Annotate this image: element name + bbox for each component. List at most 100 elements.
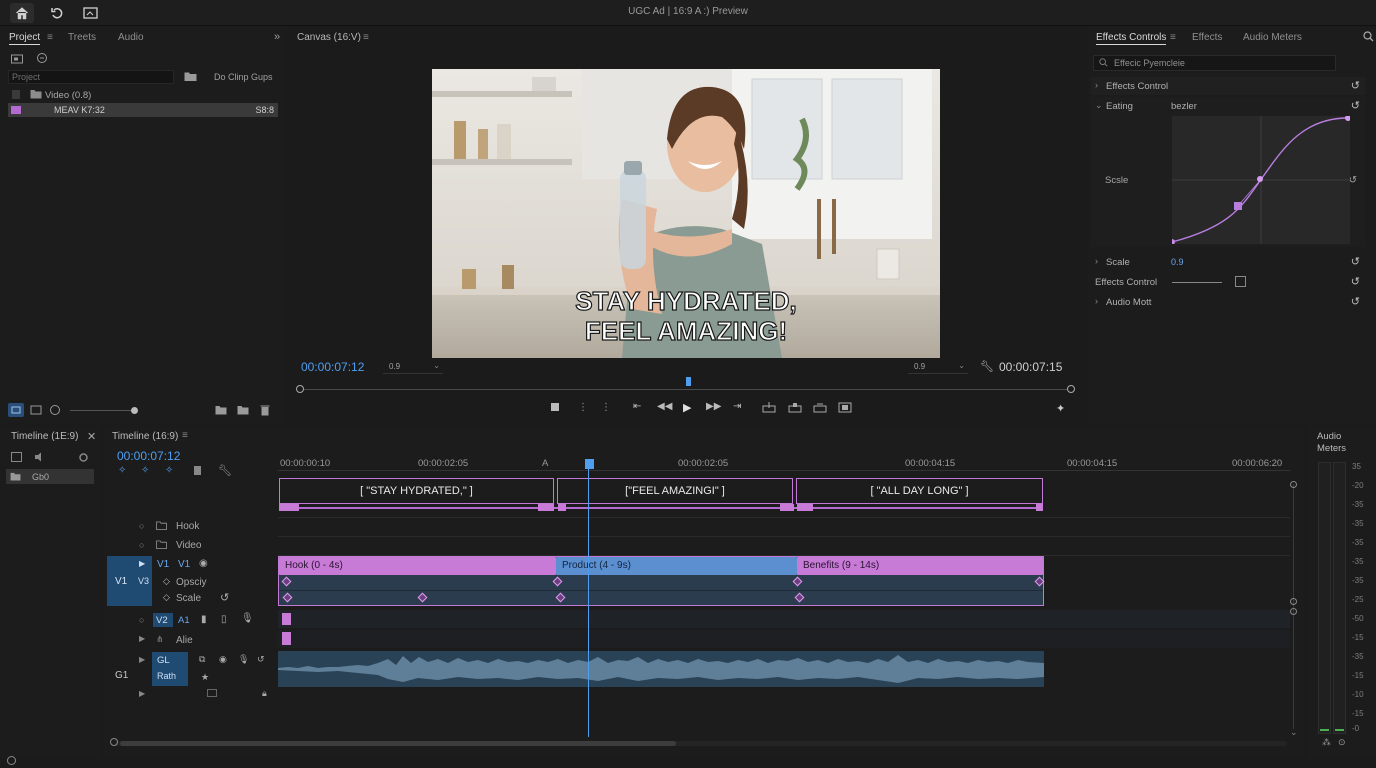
- visibility-icon[interactable]: ○: [139, 540, 144, 550]
- scale-row[interactable]: › Scale 0.9 ↺: [1091, 253, 1365, 271]
- overwrite-icon[interactable]: [788, 402, 802, 416]
- audio-waveform[interactable]: [278, 651, 1044, 687]
- current-timecode[interactable]: 00:00:07:12: [301, 360, 364, 374]
- tab-timeline-small[interactable]: Timeline (1E:9): [11, 431, 78, 442]
- effect-slider[interactable]: [1172, 282, 1222, 283]
- tab-effects[interactable]: Effects: [1192, 32, 1222, 43]
- export-frame-icon[interactable]: [838, 402, 852, 416]
- lock-icon[interactable]: 🔒︎: [262, 688, 267, 699]
- triangle-right-icon[interactable]: ▶: [139, 634, 145, 643]
- project-search-input[interactable]: Project: [8, 70, 174, 84]
- reset-icon[interactable]: ↺: [220, 591, 229, 604]
- zoom-slider[interactable]: [70, 410, 134, 411]
- timeline-playhead-line[interactable]: [588, 469, 589, 737]
- scroll-handle[interactable]: [1290, 598, 1297, 605]
- track-label-v1b[interactable]: V1: [178, 559, 190, 570]
- wrench-icon[interactable]: 🔧︎: [218, 464, 232, 477]
- visibility-icon[interactable]: ○: [139, 615, 144, 625]
- chevron-right-icon[interactable]: ›: [1095, 80, 1098, 90]
- folder-icon[interactable]: [184, 71, 197, 85]
- zoom-slider-handle[interactable]: [131, 407, 138, 414]
- tab-audio[interactable]: Audio: [118, 32, 144, 43]
- track-option-icon[interactable]: [207, 689, 217, 697]
- tab-project[interactable]: Project: [9, 32, 41, 45]
- tab-audio-meters[interactable]: Audio Meters: [1243, 32, 1302, 43]
- track-expand[interactable]: ▶ V3: [134, 556, 152, 606]
- sequence-icon[interactable]: [11, 452, 22, 465]
- trash-icon[interactable]: [260, 404, 270, 419]
- vertical-scrollbar[interactable]: [1293, 484, 1294, 729]
- list-view-icon[interactable]: [8, 403, 24, 417]
- list-item[interactable]: Video (0.8): [8, 88, 278, 102]
- lock-icon[interactable]: ▮: [201, 614, 207, 625]
- snap-icon[interactable]: ✧: [118, 465, 126, 476]
- insert-icon[interactable]: [762, 402, 776, 416]
- chevron-right-icon[interactable]: ›: [1095, 256, 1098, 266]
- microphone-icon[interactable]: 🎙︎: [238, 654, 249, 665]
- triangle-right-icon[interactable]: ▶: [139, 655, 145, 664]
- new-folder-icon[interactable]: [215, 405, 227, 418]
- marker-icon[interactable]: ⋮: [578, 402, 588, 413]
- list-item[interactable]: MEAV K7:32 S8:8: [8, 103, 278, 117]
- video-clip-benefits[interactable]: Benefits (9 - 14s): [797, 557, 1043, 575]
- triangle-right-icon[interactable]: ▶: [139, 689, 145, 698]
- easing-curve-graph[interactable]: [1172, 116, 1350, 244]
- play-icon[interactable]: ▶: [683, 401, 691, 414]
- keyframe-toggle-icon[interactable]: [1235, 276, 1246, 287]
- small-clip[interactable]: [282, 632, 291, 645]
- link-icon[interactable]: [36, 52, 48, 67]
- overlay-text-line1[interactable]: STAY HYDRATED,: [575, 285, 798, 316]
- sync-icon[interactable]: ▯: [221, 614, 227, 625]
- panel-menu-icon[interactable]: ≡: [1170, 32, 1176, 43]
- reset-icon[interactable]: ↺: [257, 654, 265, 665]
- freeform-view-icon[interactable]: [49, 404, 61, 419]
- in-point-handle[interactable]: [296, 385, 304, 393]
- triangle-right-icon[interactable]: ▶: [139, 559, 145, 568]
- horizontal-scroll-thumb[interactable]: [120, 741, 676, 746]
- sync-lock-icon[interactable]: ⧉: [199, 654, 205, 665]
- reset-icon[interactable]: ↺: [1351, 255, 1360, 268]
- effects-search-input[interactable]: Effecic Pyemcleie: [1093, 55, 1336, 71]
- chevron-down-icon[interactable]: ⌄: [1095, 100, 1103, 111]
- caption-handle[interactable]: [780, 504, 794, 511]
- keyframe-icon[interactable]: ◇: [163, 576, 170, 587]
- panel-menu-icon[interactable]: ≡: [363, 32, 369, 43]
- checkbox-icon[interactable]: [12, 90, 20, 99]
- track-label-v1a[interactable]: V1: [157, 559, 169, 570]
- caption-clip[interactable]: [ "STAY HYDRATED," ]: [279, 478, 554, 504]
- close-icon[interactable]: ✕: [87, 430, 96, 443]
- lift-icon[interactable]: [813, 402, 827, 416]
- more-icon[interactable]: ⋮: [601, 402, 611, 413]
- playback-scrubber[interactable]: [299, 389, 1071, 390]
- video-clip-hook[interactable]: Hook (0 - 4s): [279, 557, 556, 575]
- step-forward-icon[interactable]: ▶▶: [706, 401, 721, 412]
- caption-handle[interactable]: [279, 504, 299, 511]
- overlay-text-line2[interactable]: FEEL AMAZING!: [584, 315, 787, 346]
- go-to-start-icon[interactable]: ⇤: [633, 401, 641, 412]
- reset-icon[interactable]: ↺: [1351, 275, 1360, 288]
- video-preview[interactable]: STAY HYDRATED, FEEL AMAZING!: [432, 69, 940, 358]
- playhead-marker[interactable]: [686, 377, 691, 386]
- icon-view-icon[interactable]: [30, 404, 42, 419]
- reset-icon[interactable]: ↺: [1351, 79, 1360, 92]
- small-clip[interactable]: [282, 613, 291, 625]
- scroll-handle[interactable]: [1290, 608, 1297, 615]
- zoom-select-right[interactable]: 0.9 ⌄: [908, 361, 968, 374]
- audio-icon[interactable]: [34, 452, 46, 465]
- panel-menu-icon[interactable]: ≡: [182, 430, 188, 441]
- solo-icon[interactable]: ⁂: [1322, 737, 1331, 748]
- time-ruler-line[interactable]: [278, 470, 1290, 471]
- reset-icon[interactable]: ↺: [1351, 99, 1360, 112]
- add-marker-icon[interactable]: ✧: [165, 465, 173, 476]
- caption-handle[interactable]: [558, 504, 566, 511]
- audio-row[interactable]: › Audio Mott ↺: [1091, 293, 1365, 311]
- panel-menu-icon[interactable]: ≡: [47, 32, 53, 43]
- track-target-v2[interactable]: V2: [153, 613, 173, 627]
- caption-handle[interactable]: [1036, 504, 1043, 511]
- track-target-v1[interactable]: V1: [107, 556, 134, 606]
- step-back-icon[interactable]: ◀◀: [657, 401, 672, 412]
- eye-icon[interactable]: ◉: [199, 558, 208, 569]
- out-point-handle[interactable]: [1067, 385, 1075, 393]
- wrench-icon[interactable]: 🔧︎: [980, 360, 994, 373]
- new-item-icon[interactable]: [237, 405, 249, 418]
